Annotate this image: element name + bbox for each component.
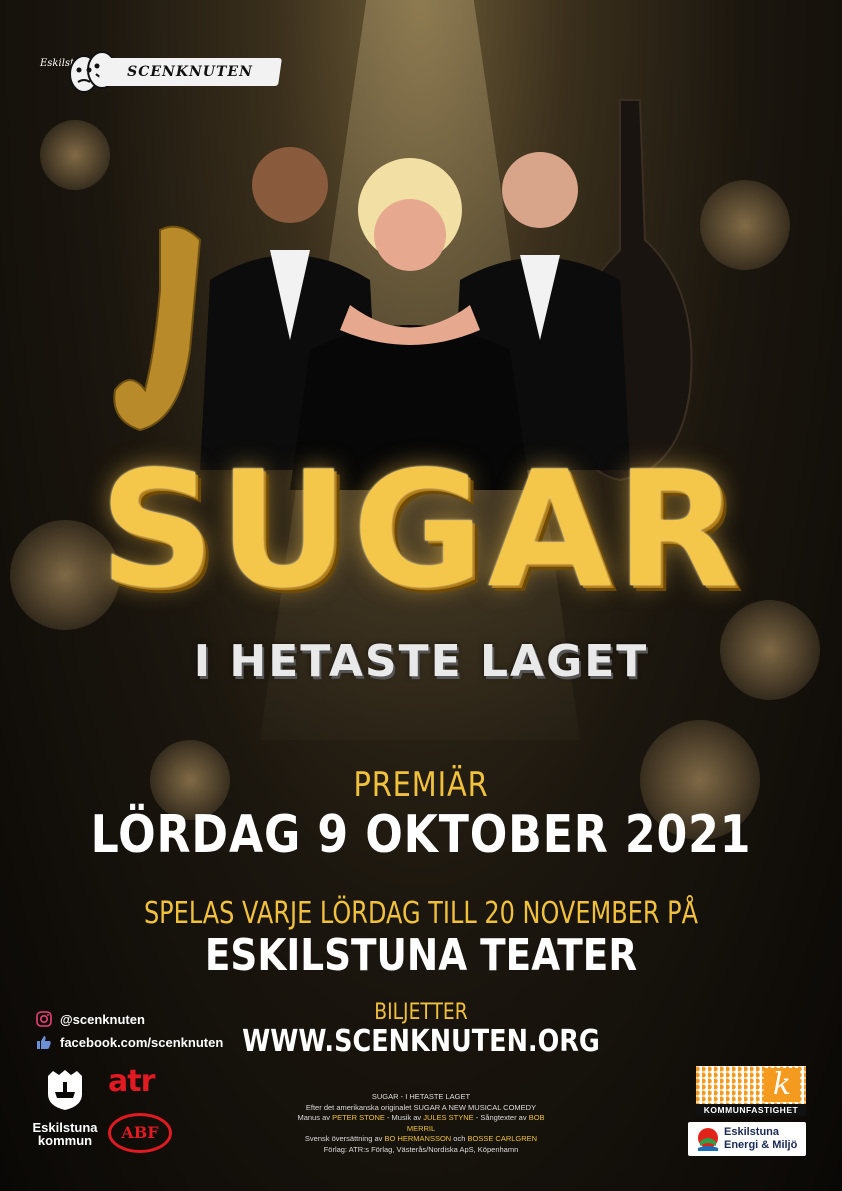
thumbs-up-icon [37, 1036, 51, 1049]
show-subtitle: I HETASTE LAGET [193, 636, 649, 687]
logo-name: SCENKNUTEN [127, 64, 253, 80]
show-title: SUGAR [99, 436, 743, 623]
kommunfastighet-logo: k KOMMUNFASTIGHET [696, 1066, 806, 1116]
credits-line-4: Svensk översättning av BO HERMANSSON och… [304, 1134, 538, 1143]
facebook-url: facebook.com/scenknuten [60, 1034, 224, 1050]
credits-line-2: Efter det amerikanska originalet SUGAR A… [305, 1102, 537, 1112]
kommunfastighet-k: k [764, 1068, 800, 1102]
atr-logo: atr [108, 1064, 155, 1099]
credits-line-1: SUGAR - I HETASTE LAGET [371, 1092, 471, 1101]
eem-name: Eskilstuna Energi & Miljö [724, 1126, 798, 1151]
logo-ribbon: SCENKNUTEN [98, 58, 282, 86]
energi-miljo-logo: Eskilstuna Energi & Miljö [688, 1122, 806, 1156]
instagram-icon [36, 1011, 52, 1027]
schedule-text: SPELAS VARJE LÖRDAG TILL 20 NOVEMBER PÅ [143, 896, 699, 931]
credits: SUGAR - I HETASTE LAGET Efter det amerik… [290, 1092, 552, 1155]
premiere-label: PREMIÄR [353, 765, 489, 805]
energi-miljo-icon [698, 1128, 718, 1151]
facebook-link[interactable]: facebook.com/scenknuten [36, 1034, 223, 1050]
eskilstuna-kommun-logo: Eskilstuna kommun [32, 1068, 98, 1147]
kommun-name: Eskilstuna kommun [32, 1120, 98, 1148]
instagram-handle: @scenknuten [60, 1011, 145, 1027]
instagram-link[interactable]: @scenknuten [36, 1011, 145, 1027]
credits-line-5: Förlag: ATR:s Förlag, Västerås/Nordiska … [323, 1144, 519, 1154]
credits-line-3: Manus av PETER STONE - Musik av JULES ST… [297, 1113, 545, 1133]
coat-of-arms-icon [48, 1070, 82, 1110]
poster: Eskilstuna SCENKNUTEN SUGAR I HETASTE LA… [0, 0, 842, 1191]
abf-logo: ABF [108, 1113, 172, 1153]
kommunfastighet-label: KOMMUNFASTIGHET [696, 1104, 806, 1116]
venue-name: ESKILSTUNA TEATER [204, 930, 638, 981]
premiere-date: LÖRDAG 9 OKTOBER 2021 [90, 805, 752, 865]
tickets-label: BILJETTER [374, 1000, 468, 1025]
